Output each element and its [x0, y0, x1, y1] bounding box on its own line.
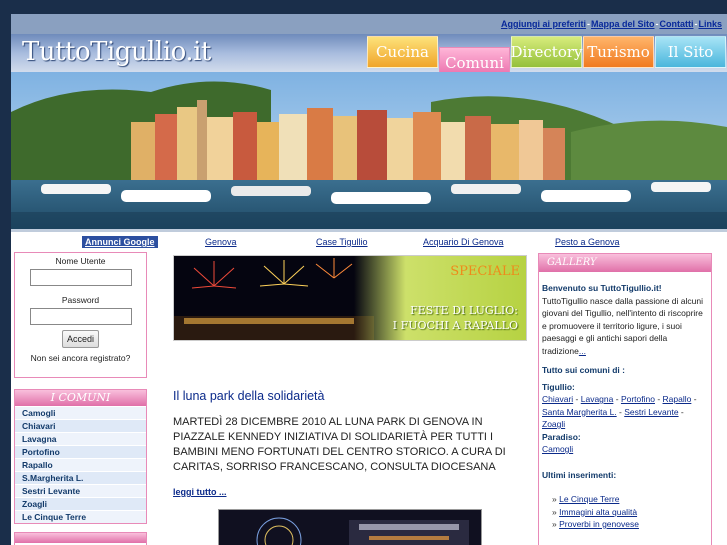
ad-link-genova[interactable]: Genova — [205, 237, 237, 247]
link-mappa-sito[interactable]: Mappa del Sito — [590, 19, 656, 29]
promo-line1: FESTE DI LUGLIO: — [410, 304, 518, 317]
comune-item[interactable]: S.Margherita L. — [15, 471, 146, 484]
accedi-button[interactable]: Accedi — [61, 330, 99, 348]
ultimi-item: Proverbi in genovese — [552, 518, 708, 531]
right-sidebar: GALLERY Benvenuto su TuttoTigullio.it! T… — [538, 253, 712, 545]
link-chiavari[interactable]: Chiavari — [542, 394, 573, 404]
promo-speciale: SPECIALE — [450, 264, 520, 279]
ad-bar: Annunci Google Genova Case Tigullio Acqu… — [11, 229, 727, 252]
comuni-box: I COMUNI Camogli Chiavari Lavagna Portof… — [14, 389, 147, 524]
ultimi-item: Immagini alta qualità — [552, 506, 708, 519]
link-aggiungi-preferiti[interactable]: Aggiungi ai preferiti — [500, 19, 587, 29]
register-text[interactable]: Non sei ancora registrato? — [15, 353, 146, 363]
ultimi-item: Le Cinque Terre — [552, 493, 708, 506]
welcome-more-link[interactable]: ... — [579, 346, 586, 356]
password-label: Password — [61, 295, 100, 305]
banner-portofino-photo — [11, 72, 727, 229]
promo-banner[interactable]: SPECIALE FESTE DI LUGLIO: I FUOCHI A RAP… — [173, 255, 527, 341]
main-nav: Cucina Comuni Directory Turismo Il Sito — [367, 36, 727, 79]
gallery-header[interactable]: GALLERY — [539, 254, 711, 272]
link-rapallo[interactable]: Rapallo — [663, 394, 692, 404]
login-box: Nome Utente Password Accedi Non sei anco… — [14, 252, 147, 378]
left-column: Nome Utente Password Accedi Non sei anco… — [14, 252, 147, 545]
comune-item[interactable]: Chiavari — [15, 419, 146, 432]
main-column: SPECIALE FESTE DI LUGLIO: I FUOCHI A RAP… — [173, 255, 527, 545]
ad-link-acquario[interactable]: Acquario Di Genova — [423, 237, 504, 247]
link-lavagna[interactable]: Lavagna — [581, 394, 614, 404]
comuni-title-sidebar: Tutto sui comuni di : — [542, 365, 625, 375]
ad-link-case-tigullio[interactable]: Case Tigullio — [316, 237, 368, 247]
welcome-title: Benvenuto su TuttoTigullio.it! — [542, 283, 662, 293]
comune-item[interactable]: Portofino — [15, 445, 146, 458]
username-input[interactable] — [29, 269, 132, 286]
annunci-google-label[interactable]: Annunci Google — [82, 236, 158, 248]
link-camogli[interactable]: Camogli — [542, 444, 573, 454]
ultimi-link[interactable]: Le Cinque Terre — [559, 494, 619, 504]
tab-cucina[interactable]: Cucina — [367, 36, 438, 68]
tigullio-links: Chiavari - Lavagna - Portofino - Rapallo… — [542, 394, 697, 429]
comune-item[interactable]: Camogli — [15, 406, 146, 419]
comune-item[interactable]: Zoagli — [15, 497, 146, 510]
tab-il-sito[interactable]: Il Sito — [655, 36, 726, 68]
article-body: MARTEDÌ 28 DICEMBRE 2010 AL LUNA PARK DI… — [173, 416, 506, 473]
ultimi-title: Ultimi inserimenti: — [542, 469, 617, 480]
comuni-list: Camogli Chiavari Lavagna Portofino Rapal… — [15, 406, 146, 523]
top-links-bar: Aggiungi ai preferiti-Mappa del Sito-Con… — [11, 14, 727, 34]
comuni-title: I COMUNI — [15, 390, 146, 406]
article-title[interactable]: Il luna park della solidarietà — [173, 389, 525, 403]
tigullio-label: Tigullio: — [542, 381, 575, 392]
password-input[interactable] — [29, 308, 132, 325]
harbor-illustration — [11, 72, 727, 229]
link-contatti[interactable]: Contatti — [658, 19, 694, 29]
comune-item[interactable]: Sestri Levante — [15, 484, 146, 497]
comune-item[interactable]: Le Cinque Terre — [15, 510, 146, 523]
article-photo[interactable] — [218, 509, 482, 545]
comune-item[interactable]: Rapallo — [15, 458, 146, 471]
second-box-header — [15, 533, 146, 543]
read-more-link[interactable]: leggi tutto ... — [173, 487, 525, 497]
ultimi-link[interactable]: Proverbi in genovese — [559, 519, 639, 529]
link-zoagli[interactable]: Zoagli — [542, 419, 565, 429]
welcome-text-body: TuttoTigullio nasce dalla passione di al… — [542, 295, 703, 356]
link-santa-margherita[interactable]: Santa Margherita L. — [542, 407, 617, 417]
tab-turismo[interactable]: Turismo — [583, 36, 654, 68]
link-links[interactable]: Links — [697, 19, 723, 29]
ultimi-link[interactable]: Immagini alta qualità — [559, 507, 637, 517]
link-portofino[interactable]: Portofino — [621, 394, 655, 404]
second-box — [14, 532, 147, 545]
tab-directory[interactable]: Directory — [511, 36, 583, 68]
promo-line2: I FUOCHI A RAPALLO — [392, 319, 518, 332]
link-sestri-levante[interactable]: Sestri Levante — [624, 407, 678, 417]
comune-item[interactable]: Lavagna — [15, 432, 146, 445]
header: TuttoTigullio.it Cucina Comuni Directory… — [11, 34, 727, 79]
page: Aggiungi ai preferiti-Mappa del Sito-Con… — [11, 14, 727, 545]
site-logo[interactable]: TuttoTigullio.it — [22, 37, 211, 67]
welcome-text: TuttoTigullio nasce dalla passione di al… — [542, 295, 708, 358]
username-label: Nome Utente — [55, 256, 106, 266]
paradiso-label: Paradiso: — [542, 431, 581, 442]
ultimi-list: Le Cinque Terre Immagini alta qualità Pr… — [542, 493, 708, 531]
sidebar-content: Benvenuto su TuttoTigullio.it! TuttoTigu… — [539, 272, 711, 531]
luna-park-illustration — [219, 510, 481, 545]
ad-link-pesto[interactable]: Pesto a Genova — [555, 237, 620, 247]
